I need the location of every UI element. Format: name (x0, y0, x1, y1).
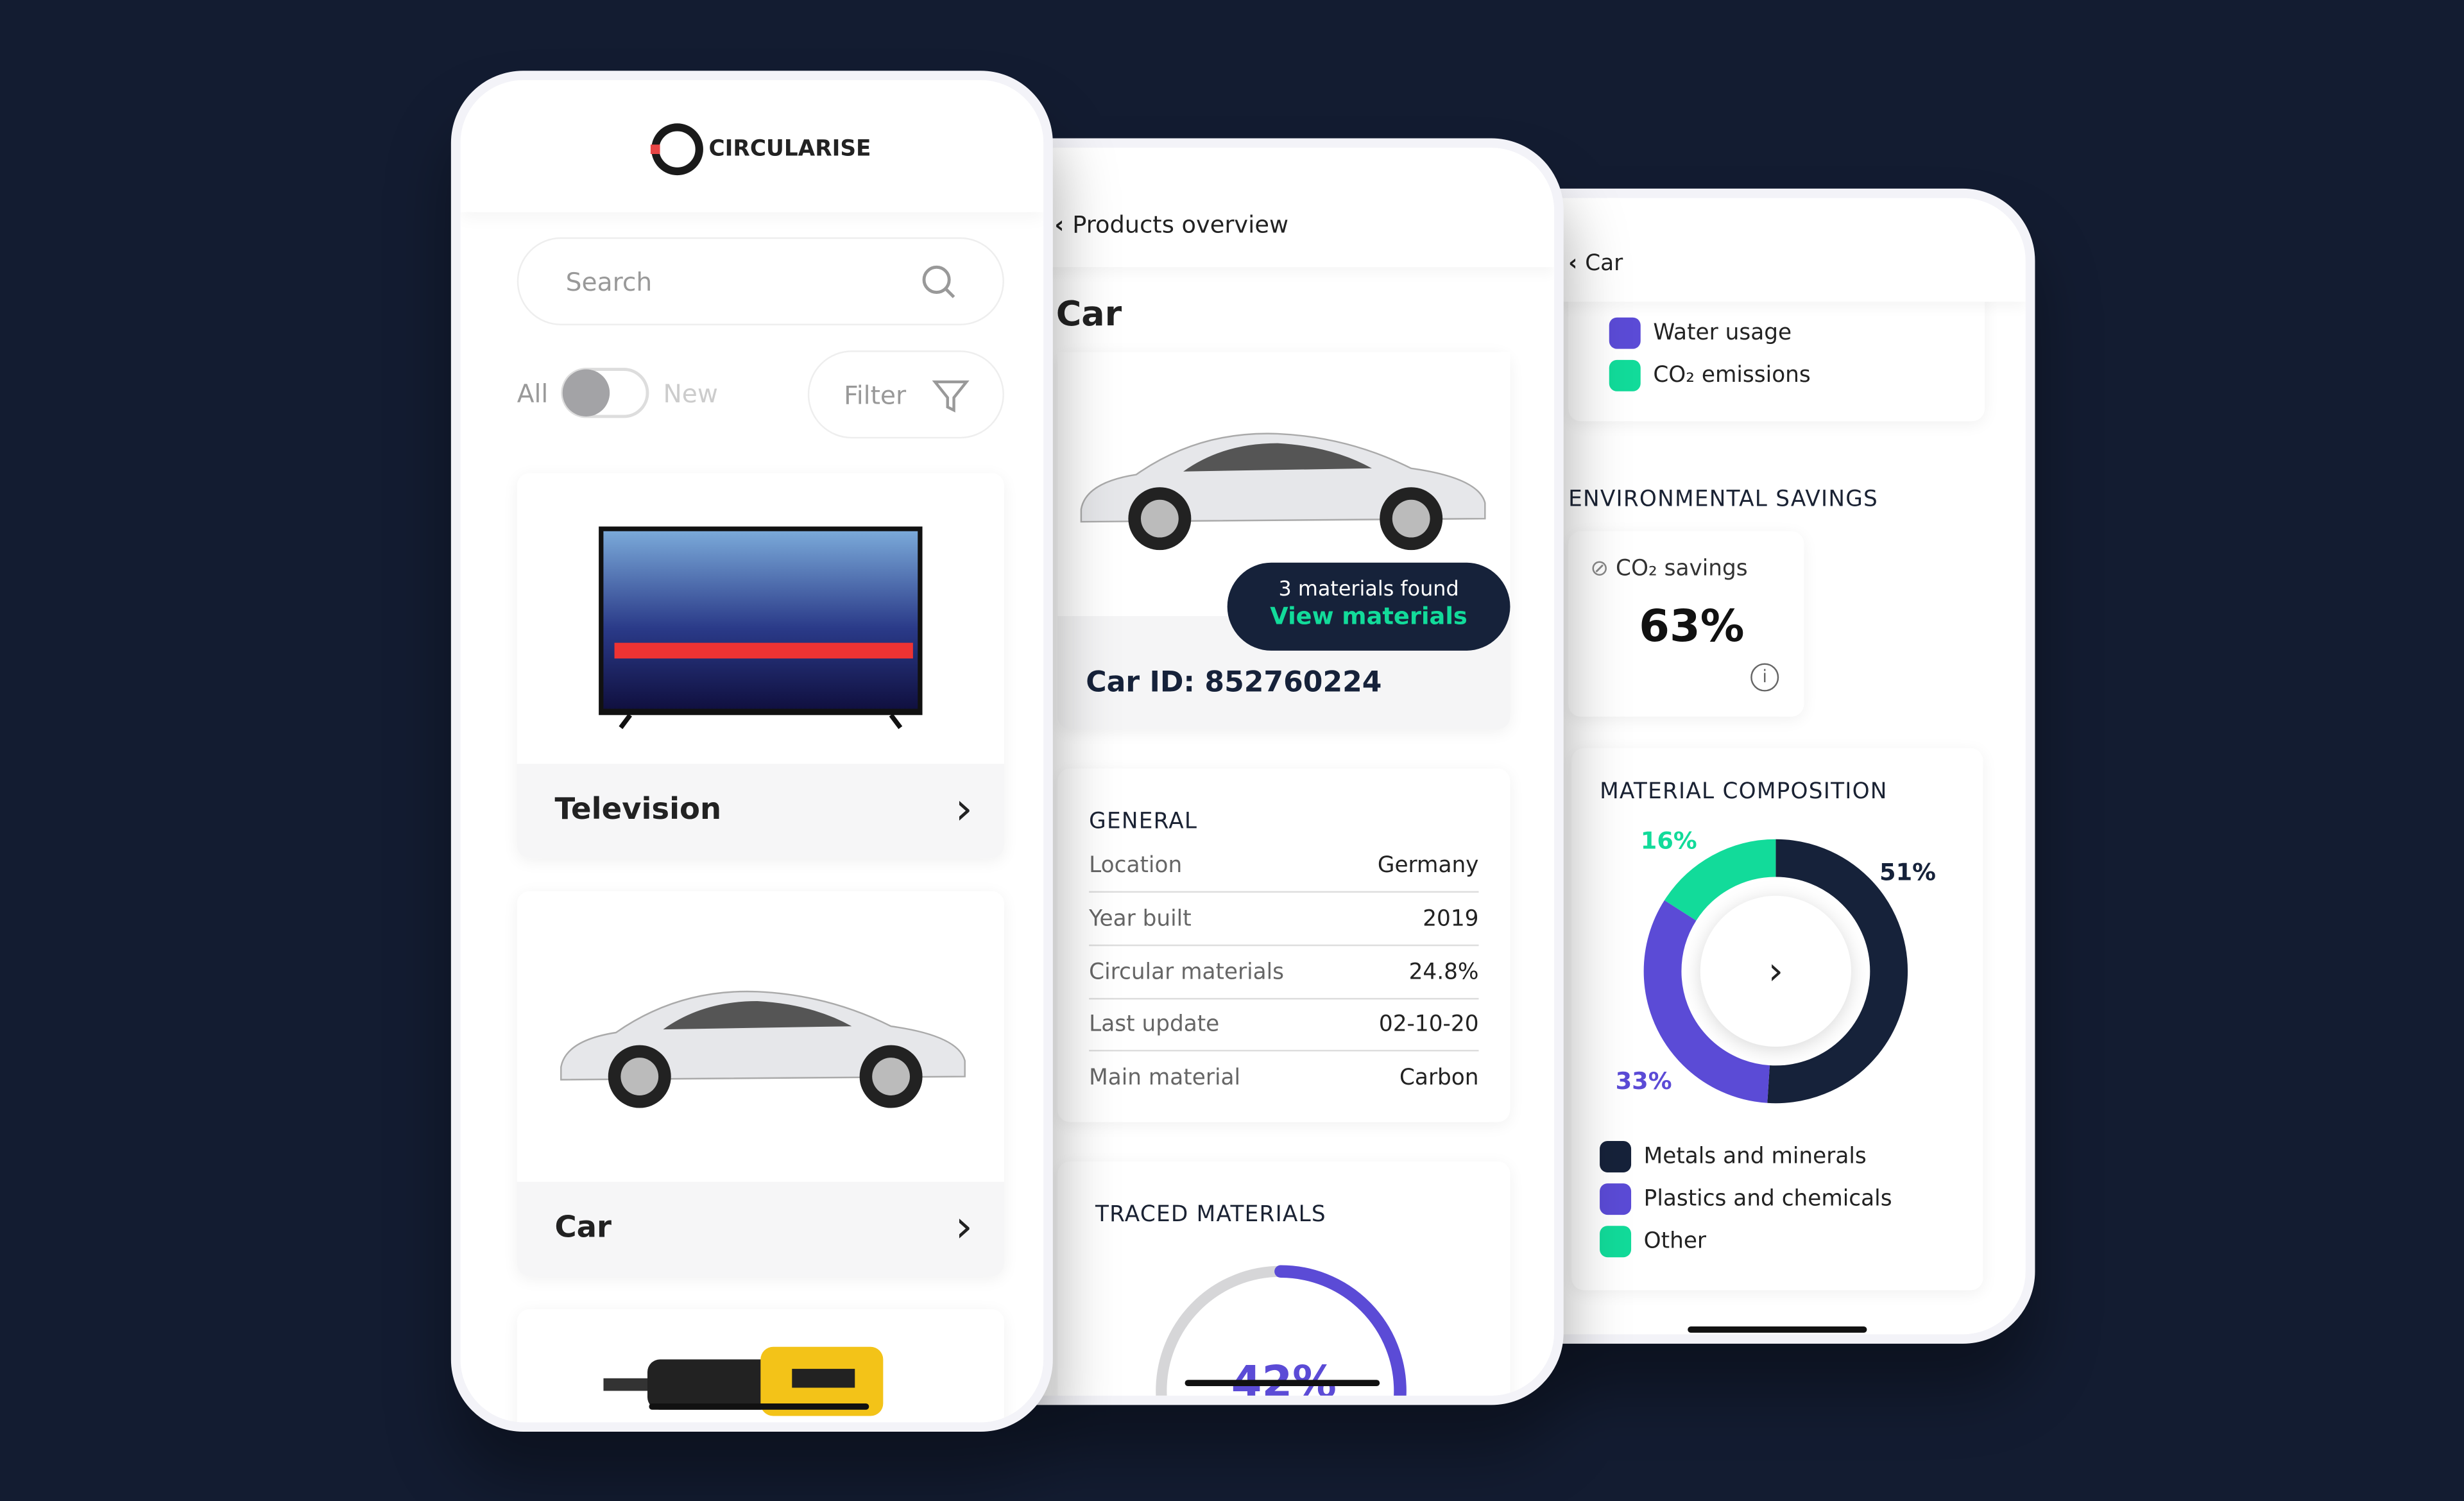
product-name: Television (554, 792, 722, 827)
home-indicator (649, 1403, 869, 1410)
row-main-material: Main material Carbon (1089, 1065, 1478, 1103)
material-composition-card: MATERIAL COMPOSITION › 51% 33% 16% Metal… (1571, 748, 1983, 1291)
traced-materials-card: TRACED MATERIALS 42% (1057, 1161, 1510, 1396)
chevron-left-icon: ‹ (1054, 210, 1073, 239)
television-image (599, 526, 923, 730)
composition-heading: MATERIAL COMPOSITION (1600, 779, 1888, 805)
row-last-update: Last update 02-10-20 (1089, 1012, 1479, 1052)
toggle-new-label: New (663, 379, 718, 409)
all-new-toggle[interactable] (561, 368, 649, 418)
swatch (1600, 1226, 1632, 1258)
key: Location (1089, 853, 1183, 879)
circularise-logo-icon (650, 123, 703, 176)
product-name: Car (554, 1210, 612, 1245)
car-image (1080, 433, 1486, 551)
legend-metals: Metals and minerals (1600, 1140, 1867, 1172)
leaf-icon: ⊘ (1590, 556, 1616, 582)
value: 02-10-20 (1378, 1012, 1479, 1038)
legend-water: Water usage (1609, 317, 1792, 349)
phone-screen-impact: ‹ Car Water usage CO₂ emissions ENVIRONM… (1540, 188, 2035, 1344)
chevron-right-icon: › (1768, 948, 1784, 993)
logo-text: CIRCULARISE (708, 137, 871, 162)
swatch (1609, 359, 1641, 391)
header: CIRCULARISE (460, 80, 1044, 212)
general-heading: GENERAL (1089, 809, 1198, 835)
header: ‹ Car (1549, 198, 2026, 302)
swatch (1600, 1183, 1632, 1215)
filter-icon (932, 380, 970, 413)
legend-plastics: Plastics and chemicals (1600, 1183, 1892, 1215)
value: Carbon (1399, 1065, 1479, 1091)
product-card-car[interactable]: Car › (517, 891, 1004, 1276)
legend-co2: CO₂ emissions (1609, 359, 1811, 391)
card-footer: Television › (517, 764, 1004, 859)
car-image (560, 990, 966, 1108)
co2-value: 63% (1639, 600, 1745, 653)
search-icon[interactable] (921, 264, 959, 302)
co2-label-wrap: ⊘ CO₂ savings (1590, 556, 1748, 582)
value: 24.8% (1408, 960, 1479, 986)
car-id: Car ID: 852760224 (1086, 666, 1382, 699)
traced-heading: TRACED MATERIALS (1095, 1202, 1326, 1228)
product-name: Drill (517, 1309, 518, 1310)
product-card-television[interactable]: Television › (517, 473, 1004, 859)
general-card: GENERAL Location Germany Year built 2019 C… (1057, 768, 1510, 1122)
home-indicator (1688, 1326, 1867, 1333)
phone-screen-products: CIRCULARISE Search All New Filter Televi… (450, 71, 1053, 1432)
key: Main material (1089, 1065, 1241, 1091)
search-placeholder: Search (565, 267, 653, 297)
page-title: Car (1056, 295, 1122, 335)
value: 2019 (1423, 907, 1479, 932)
product-card-drill[interactable]: Drill (517, 1309, 1004, 1423)
view-materials-button[interactable]: 3 materials found View materials (1227, 562, 1510, 651)
home-indicator (1185, 1380, 1380, 1387)
composition-donut: › (1643, 839, 1908, 1104)
key: Last update (1089, 1012, 1220, 1038)
key: Year built (1089, 907, 1192, 932)
co2-savings-card: ⊘ CO₂ savings 63% i (1568, 531, 1804, 717)
row-circular: Circular materials 24.8% (1089, 960, 1479, 1000)
header: ‹ Products overview (1038, 148, 1555, 268)
drill-image (603, 1346, 884, 1416)
back-button[interactable]: ‹ Car (1568, 252, 1623, 277)
swatch (1600, 1140, 1632, 1172)
label-metals: 51% (1879, 858, 1936, 887)
logo: CIRCULARISE (649, 121, 871, 178)
filter-label: Filter (844, 380, 907, 411)
view-materials-label: View materials (1270, 601, 1467, 631)
product-hero-card: Car ID: 852760224 (1057, 352, 1510, 730)
card-footer: Car › (517, 1181, 1004, 1276)
info-icon[interactable]: i (1750, 663, 1779, 692)
key: Circular materials (1089, 960, 1285, 986)
materials-found-text: 3 materials found (1278, 578, 1459, 602)
chevron-left-icon: ‹ (1568, 251, 1586, 277)
toggle-knob (562, 369, 610, 416)
chevron-right-icon: › (955, 1201, 973, 1253)
row-year: Year built 2019 (1089, 907, 1479, 947)
legend-other: Other (1600, 1226, 1706, 1258)
row-location: Location Germany (1089, 853, 1479, 893)
chevron-right-icon: › (955, 782, 973, 835)
search-input[interactable]: Search (517, 237, 1004, 325)
label-other: 16% (1640, 827, 1697, 855)
filter-button[interactable]: Filter (807, 350, 1004, 439)
swatch (1609, 317, 1641, 349)
value: Germany (1377, 853, 1479, 879)
toggle-all-label: All (517, 379, 549, 409)
back-button[interactable]: ‹ Products overview (1054, 210, 1288, 239)
label-plastics: 33% (1615, 1067, 1672, 1095)
env-savings-heading: ENVIRONMENTAL SAVINGS (1568, 487, 1879, 513)
phone-screen-product-detail: ‹ Products overview Car Car ID: 85276022… (1029, 138, 1564, 1405)
